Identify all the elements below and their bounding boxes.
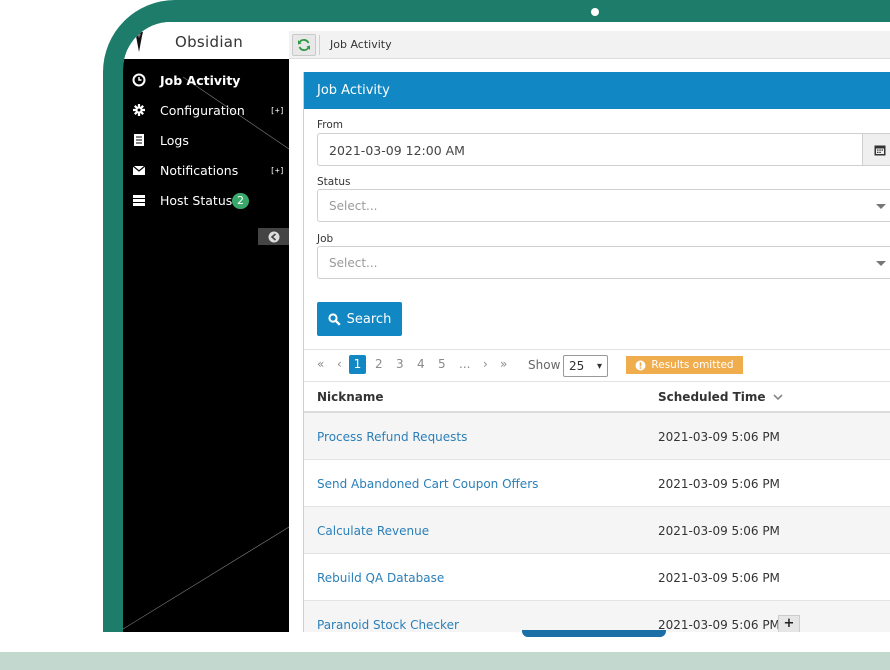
camera-dot xyxy=(591,8,599,16)
table-row[interactable]: Process Refund Requests 2021-03-09 5:06 … xyxy=(304,413,890,460)
sort-desc-icon xyxy=(773,394,783,401)
laptop-mockup: Obsidian Job Activity Job Activity Confi… xyxy=(0,0,890,670)
table-header: Nickname Scheduled Time xyxy=(304,381,890,413)
top-bar: Obsidian Job Activity xyxy=(123,22,890,59)
scheduled-time: 2021-03-09 5:06 PM xyxy=(658,524,780,538)
laptop-base-shadow xyxy=(0,650,890,670)
pager-last[interactable]: » xyxy=(500,357,507,371)
column-header-label: Scheduled Time xyxy=(658,390,766,404)
calendar-button[interactable] xyxy=(862,134,890,165)
pager-page-5[interactable]: 5 xyxy=(438,357,446,371)
from-date-value: 2021-03-09 12:00 AM xyxy=(329,143,465,158)
scheduled-time: 2021-03-09 5:06 PM xyxy=(658,477,780,491)
table-row[interactable]: Send Abandoned Cart Coupon Offers 2021-0… xyxy=(304,460,890,507)
calendar-icon xyxy=(874,145,885,155)
pager-page-4[interactable]: 4 xyxy=(417,357,425,371)
show-label: Show xyxy=(528,358,561,372)
laptop-notch xyxy=(522,630,666,637)
page-size-value: 25 xyxy=(569,359,585,373)
server-icon xyxy=(133,195,145,206)
job-activity-panel: Job Activity From 2021-03-09 12:00 AM St… xyxy=(303,72,890,632)
chevron-down-icon xyxy=(876,261,886,266)
pager-page-2[interactable]: 2 xyxy=(375,357,383,371)
collapse-sidebar-button[interactable] xyxy=(258,228,289,245)
sidebar-item-job-activity[interactable]: Job Activity xyxy=(123,66,289,96)
status-placeholder: Select... xyxy=(329,199,378,213)
document-icon xyxy=(134,134,144,146)
job-nickname-link[interactable]: Paranoid Stock Checker xyxy=(317,618,459,632)
pager-next[interactable]: › xyxy=(483,357,488,371)
from-date-field[interactable]: 2021-03-09 12:00 AM xyxy=(317,133,890,166)
sidebar: Job Activity Configuration [+] Logs Noti… xyxy=(123,59,289,632)
gear-icon xyxy=(133,104,145,116)
divider xyxy=(304,349,890,350)
pager-page-3[interactable]: 3 xyxy=(396,357,404,371)
envelope-icon xyxy=(132,165,146,175)
chevron-down-icon xyxy=(876,204,886,209)
arrow-left-circle-icon xyxy=(268,231,279,242)
status-badge: 2 xyxy=(232,193,249,209)
panel-title: Job Activity xyxy=(317,83,390,98)
results-omitted-badge: Results omitted xyxy=(626,356,743,374)
panel-header: Job Activity xyxy=(304,72,890,109)
job-select[interactable]: Select... xyxy=(317,246,890,279)
brand-name: Obsidian xyxy=(175,33,244,51)
job-nickname-link[interactable]: Send Abandoned Cart Coupon Offers xyxy=(317,477,538,491)
sidebar-item-label: Logs xyxy=(160,133,189,148)
column-header-nickname[interactable]: Nickname xyxy=(317,390,384,404)
sidebar-item-label: Configuration xyxy=(160,103,245,118)
breadcrumb: Job Activity xyxy=(289,31,890,59)
status-label: Status xyxy=(317,176,351,188)
table-row[interactable]: Paranoid Stock Checker 2021-03-09 5:06 P… xyxy=(304,601,890,632)
pager-first[interactable]: « xyxy=(317,357,324,371)
sidebar-item-logs[interactable]: Logs xyxy=(123,126,289,156)
obsidian-logo-icon xyxy=(135,32,143,52)
sidebar-item-label: Host Status xyxy=(160,193,233,208)
pager-ellipsis: ... xyxy=(459,357,471,371)
page-size-select[interactable]: 25 ▾ xyxy=(563,355,608,377)
clock-icon xyxy=(132,73,146,87)
sidebar-item-host-status[interactable]: Host Status 2 xyxy=(123,186,289,216)
column-header-scheduled-time[interactable]: Scheduled Time xyxy=(658,390,783,404)
search-button[interactable]: Search xyxy=(317,302,402,336)
table-row[interactable]: Calculate Revenue 2021-03-09 5:06 PM xyxy=(304,507,890,554)
scheduled-time: 2021-03-09 5:06 PM xyxy=(658,571,780,585)
expand-toggle[interactable]: [+] xyxy=(270,166,284,175)
table-row[interactable]: Rebuild QA Database 2021-03-09 5:06 PM xyxy=(304,554,890,601)
sidebar-item-label: Job Activity xyxy=(160,73,241,88)
laptop-base xyxy=(0,632,890,652)
search-icon xyxy=(328,312,341,326)
pager-page-1[interactable]: 1 xyxy=(349,355,366,374)
job-label: Job xyxy=(317,233,334,245)
from-label: From xyxy=(317,119,344,131)
breadcrumb-divider xyxy=(319,35,320,55)
job-nickname-link[interactable]: Process Refund Requests xyxy=(317,430,467,444)
screen: Obsidian Job Activity Job Activity Confi… xyxy=(123,22,890,632)
status-select[interactable]: Select... xyxy=(317,189,890,222)
job-placeholder: Select... xyxy=(329,256,378,270)
brand[interactable]: Obsidian xyxy=(123,22,289,59)
chevron-down-icon: ▾ xyxy=(596,361,602,372)
scheduled-time: 2021-03-09 5:06 PM xyxy=(658,430,780,444)
breadcrumb-current: Job Activity xyxy=(330,38,392,51)
job-nickname-link[interactable]: Calculate Revenue xyxy=(317,524,429,538)
search-button-label: Search xyxy=(346,311,392,327)
expand-row-button[interactable]: + xyxy=(778,615,800,632)
scheduled-time: 2021-03-09 5:06 PM xyxy=(658,618,780,632)
sidebar-item-label: Notifications xyxy=(160,163,239,178)
results-omitted-label: Results omitted xyxy=(651,359,734,371)
pager-prev[interactable]: ‹ xyxy=(337,357,342,371)
refresh-icon xyxy=(298,39,310,51)
expand-toggle[interactable]: [+] xyxy=(270,106,284,115)
sidebar-item-configuration[interactable]: Configuration [+] xyxy=(123,96,289,126)
warning-icon xyxy=(635,360,646,370)
refresh-button[interactable] xyxy=(292,34,316,56)
job-nickname-link[interactable]: Rebuild QA Database xyxy=(317,571,444,585)
sidebar-item-notifications[interactable]: Notifications [+] xyxy=(123,156,289,186)
